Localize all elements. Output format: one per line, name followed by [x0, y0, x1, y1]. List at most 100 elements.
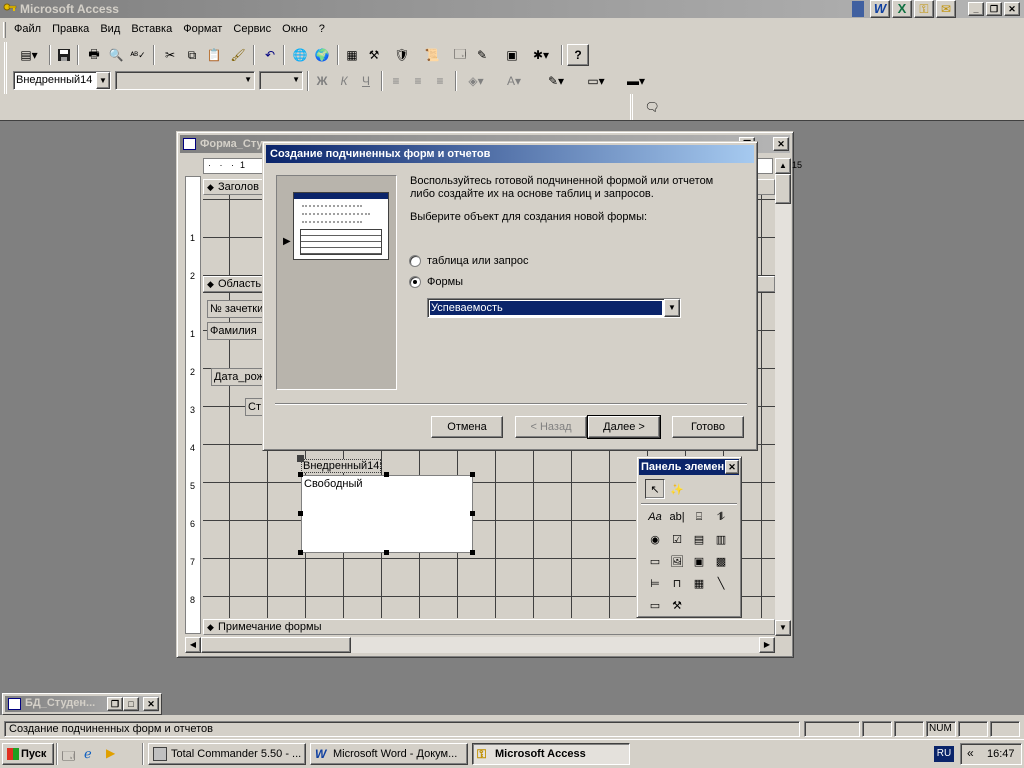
menu-view[interactable]: Вид [96, 20, 124, 38]
minimize-button[interactable]: _ [968, 2, 984, 16]
chevron-down-icon[interactable]: ▼ [96, 72, 110, 89]
object-select[interactable]: Внедренный14 ▼ [13, 71, 111, 90]
menu-window[interactable]: Окно [278, 20, 312, 38]
field-label-familiya[interactable]: Фамилия [207, 322, 269, 340]
menu-file[interactable]: Файл [10, 20, 45, 38]
horizontal-scrollbar[interactable]: ◀ ▶ [185, 637, 775, 653]
comment-icon[interactable]: 🗨 [641, 96, 663, 118]
paste-icon[interactable]: 📋 [203, 44, 225, 66]
unbound-frame-icon[interactable]: ▣ [689, 551, 709, 571]
print-preview-icon[interactable]: 🔍 [105, 44, 127, 66]
field-label-data-rozh[interactable]: Дата_рож [211, 368, 269, 386]
image-tool-icon[interactable]: 🖼 [667, 551, 687, 571]
radio-table-query[interactable]: таблица или запрос [409, 253, 529, 269]
align-left-icon[interactable]: ≡ [385, 70, 407, 92]
option-group-icon[interactable]: ⌸ [689, 507, 709, 527]
combo-box-icon[interactable]: ▤ [689, 529, 709, 549]
print-icon[interactable]: 🖶 [83, 44, 105, 66]
scroll-down-button[interactable]: ▼ [775, 620, 791, 636]
outlook-icon[interactable]: ✉ [936, 0, 956, 18]
resize-handle[interactable] [470, 472, 475, 477]
toolbox-close-button[interactable]: ✕ [725, 460, 739, 474]
help-icon[interactable]: ? [567, 44, 589, 66]
properties-icon[interactable]: 🗔 [449, 44, 471, 66]
toggle-button-icon[interactable]: ⥮ [711, 507, 731, 527]
subform-control[interactable]: Свободный [301, 475, 473, 553]
hyperlink-icon[interactable]: 🌐 [289, 44, 311, 66]
form-select[interactable]: Успеваемость ▼ [427, 298, 681, 318]
rectangle-tool-icon[interactable]: ▭ [645, 595, 665, 615]
excel-icon[interactable]: X [892, 0, 912, 18]
line-tool-icon[interactable]: ╲ [711, 573, 731, 593]
chevron-down-icon[interactable]: ▼ [292, 75, 300, 84]
bound-frame-icon[interactable]: ▩ [711, 551, 731, 571]
align-center-icon[interactable]: ≡ [407, 70, 429, 92]
subform-tool-icon[interactable]: ▦ [689, 573, 709, 593]
control-wizards-icon[interactable]: ✨ [667, 479, 687, 499]
more-controls-icon[interactable]: ⚒ [667, 595, 687, 615]
textbox-tool-icon[interactable]: ab| [667, 507, 687, 527]
radio-circle-checked[interactable] [409, 276, 421, 288]
radio-circle[interactable] [409, 255, 421, 267]
code-icon[interactable]: 📜 [421, 44, 443, 66]
finish-button[interactable]: Готово [672, 416, 744, 438]
resize-handle[interactable] [298, 472, 303, 477]
resize-handle[interactable] [470, 550, 475, 555]
start-button[interactable]: Пуск [2, 743, 54, 765]
resize-handle[interactable] [384, 472, 389, 477]
subform-label[interactable]: Внедренный14: [301, 459, 382, 473]
cut-icon[interactable]: ✂ [159, 44, 181, 66]
scroll-left-button[interactable]: ◀ [185, 637, 201, 653]
scroll-up-button[interactable]: ▲ [775, 158, 791, 174]
web-toolbar-icon[interactable]: 🌍 [311, 44, 333, 66]
ie-icon[interactable]: ℯ [84, 746, 92, 762]
hscroll-thumb[interactable] [201, 637, 351, 653]
fill-color-icon[interactable]: ◈▾ [459, 70, 493, 92]
field-list-icon[interactable]: ▦ [341, 44, 363, 66]
view-icon[interactable]: ▤▾ [13, 44, 45, 66]
bold-button[interactable]: Ж [311, 70, 333, 92]
menu-tools[interactable]: Сервис [229, 20, 275, 38]
restore-button[interactable]: ❐ [986, 2, 1002, 16]
back-button[interactable]: < Назад [515, 416, 587, 438]
menu-edit[interactable]: Правка [48, 20, 93, 38]
chevron-down-icon[interactable]: ▼ [664, 299, 680, 317]
cancel-button[interactable]: Отмена [431, 416, 503, 438]
scroll-right-button[interactable]: ▶ [759, 637, 775, 653]
font-select[interactable]: ▼ [115, 71, 255, 90]
resize-handle[interactable] [298, 550, 303, 555]
menu-format[interactable]: Формат [179, 20, 226, 38]
language-indicator[interactable]: RU [934, 746, 954, 762]
scroll-thumb[interactable] [775, 174, 791, 204]
select-objects-icon[interactable]: ↖ [645, 479, 665, 499]
new-object-icon[interactable]: ✱▾ [525, 44, 557, 66]
db-restore-button[interactable]: ❐ [107, 697, 123, 711]
field-label-zachetka[interactable]: № зачетки [207, 300, 269, 318]
db-maximize-button[interactable]: □ [123, 697, 139, 711]
list-box-icon[interactable]: ▥ [711, 529, 731, 549]
task-access[interactable]: ⚿ Microsoft Access [472, 743, 630, 765]
office-bar-icon[interactable] [852, 1, 864, 17]
size-select[interactable]: ▼ [259, 71, 303, 90]
access-key-icon[interactable]: ⚿ [914, 0, 934, 18]
line-color-icon[interactable]: ✎▾ [539, 70, 573, 92]
page-break-icon[interactable]: ⊨ [645, 573, 665, 593]
align-right-icon[interactable]: ≡ [429, 70, 451, 92]
label-tool-icon[interactable]: Aa [645, 507, 665, 527]
copy-icon[interactable]: ⧉ [181, 44, 203, 66]
menu-help[interactable]: ? [315, 20, 329, 38]
resize-handle[interactable] [470, 511, 475, 516]
tray-chevron[interactable]: « [967, 746, 974, 760]
task-total-commander[interactable]: Total Commander 5.50 - ... [148, 743, 306, 765]
move-handle[interactable] [297, 455, 304, 462]
next-button[interactable]: Далее > [587, 415, 661, 439]
media-player-icon[interactable]: ▶ [106, 746, 115, 760]
special-effect-icon[interactable]: ▬▾ [619, 70, 653, 92]
show-desktop-icon[interactable]: 🗔 [62, 747, 75, 768]
db-close-button[interactable]: ✕ [143, 697, 159, 711]
task-word[interactable]: W Microsoft Word - Докум... [310, 743, 468, 765]
line-width-icon[interactable]: ▭▾ [579, 70, 613, 92]
word-icon[interactable]: W [870, 0, 890, 18]
vertical-scrollbar[interactable]: ▲ ▼ [775, 158, 791, 636]
spelling-icon[interactable]: ᴬᴮ✓ [127, 44, 149, 66]
